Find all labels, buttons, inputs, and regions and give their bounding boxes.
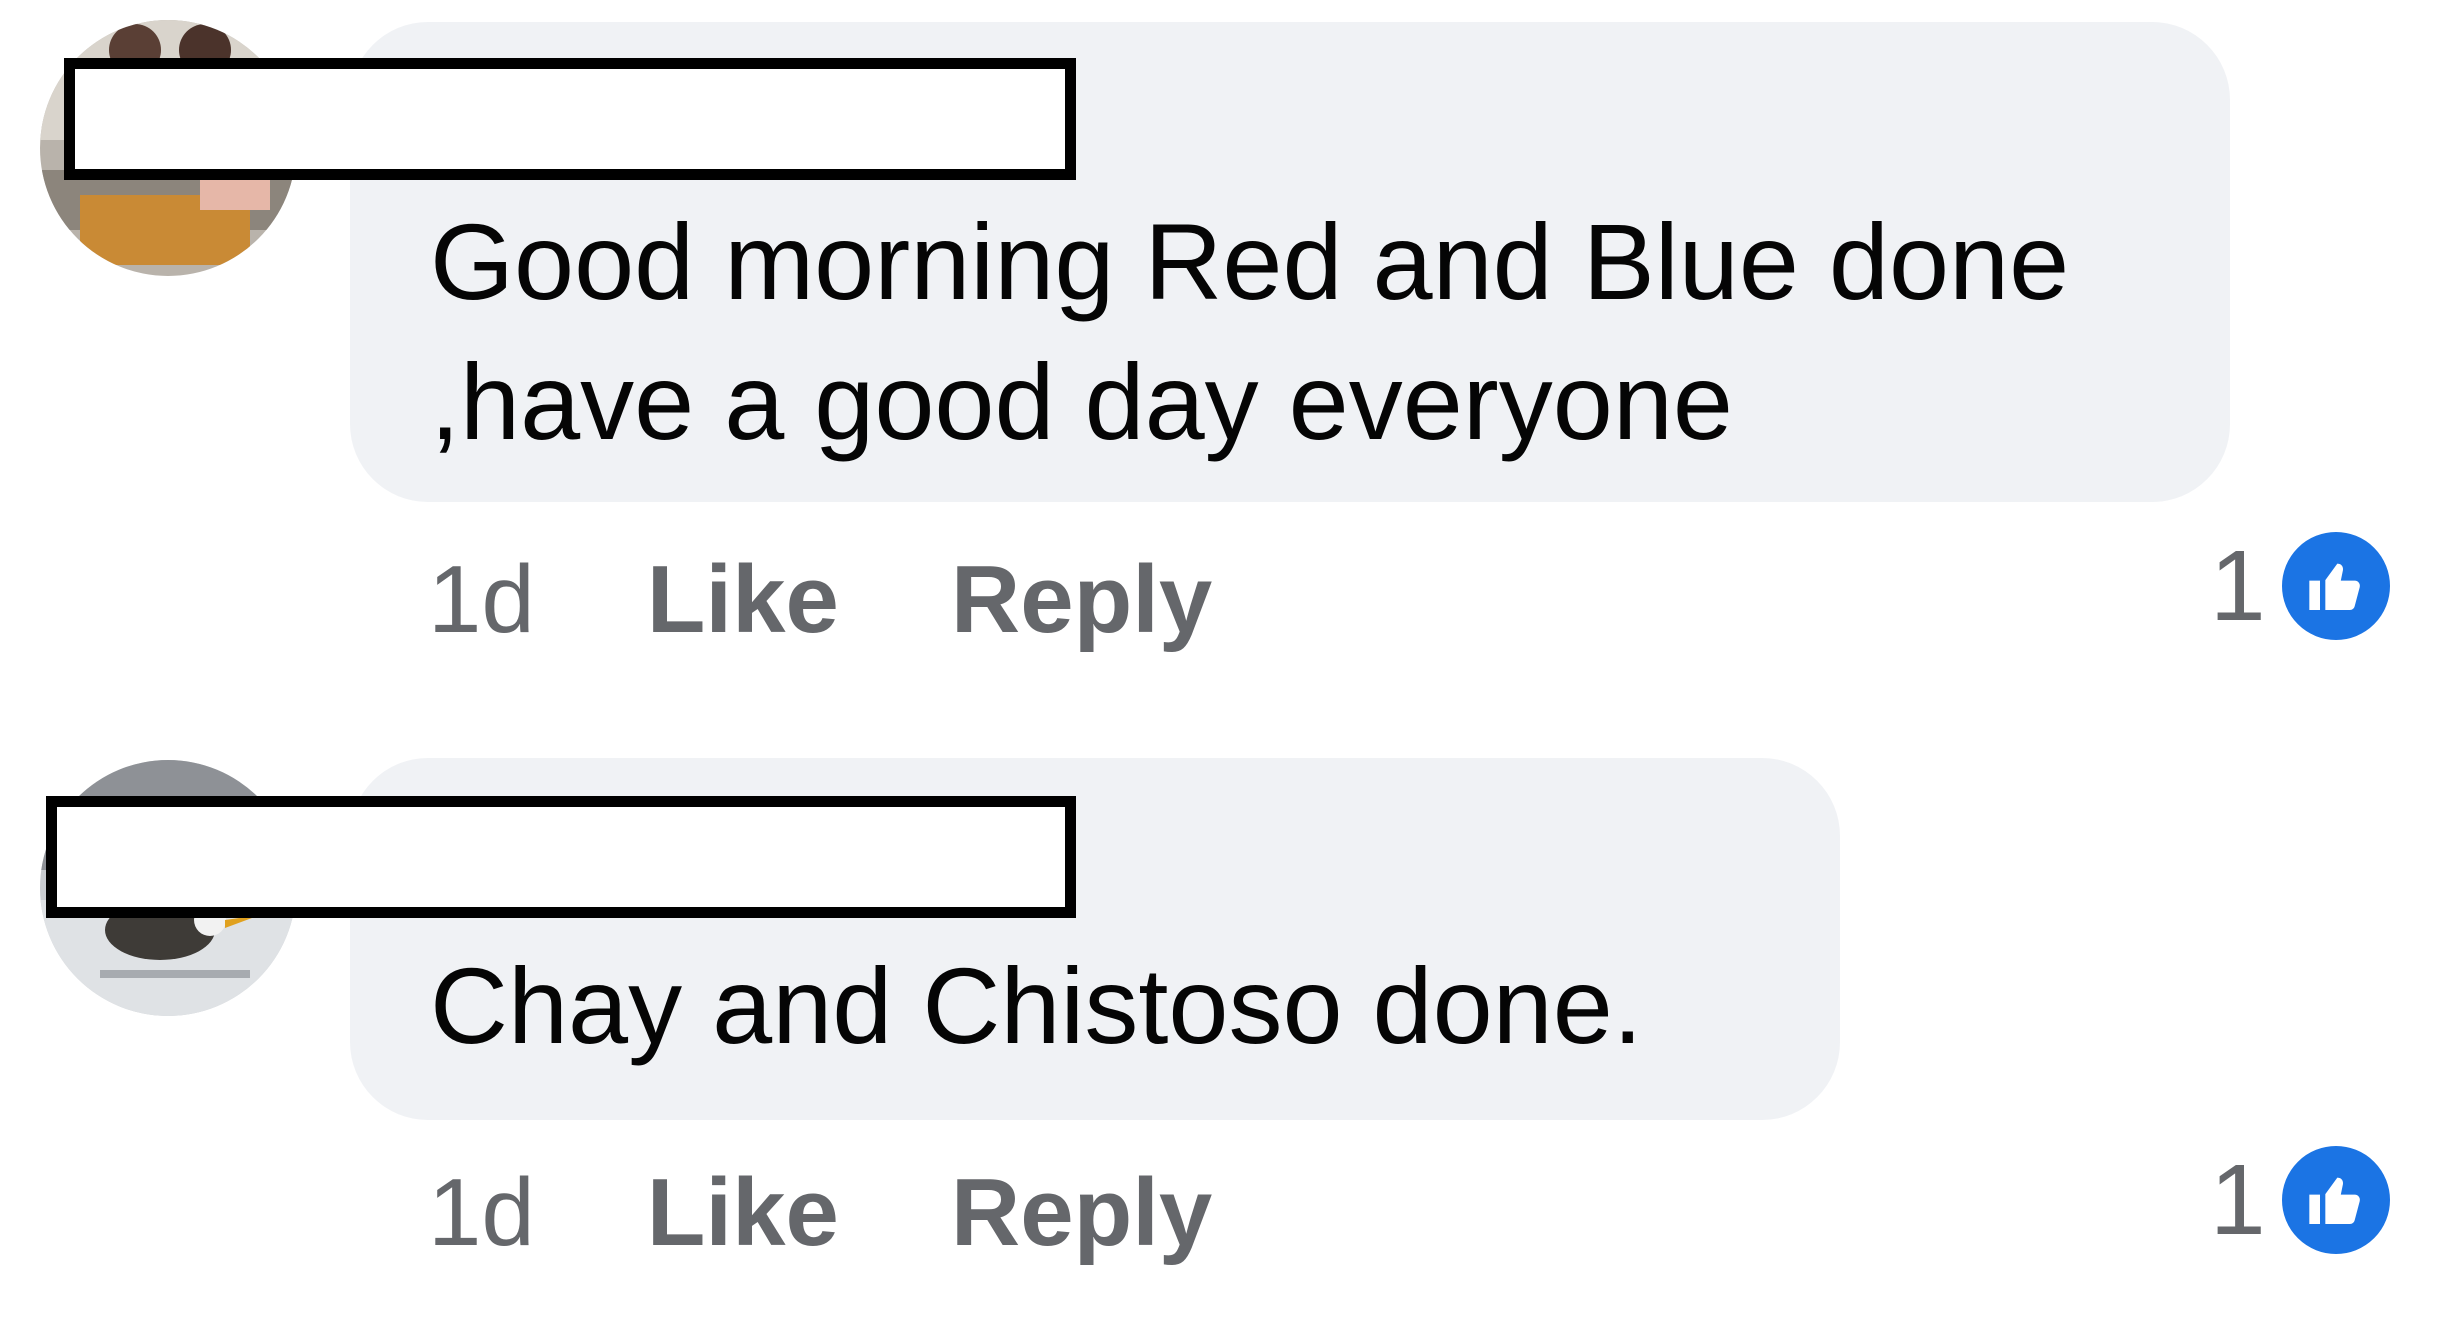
- comment-actions: 1d Like Reply: [428, 1153, 1324, 1273]
- like-button[interactable]: Like: [647, 1158, 839, 1268]
- reply-button[interactable]: Reply: [951, 1158, 1212, 1268]
- comment-text: Good morning Red and Blue done ,have a g…: [430, 201, 2070, 462]
- comment-timestamp: 1d: [428, 546, 535, 653]
- reaction-summary[interactable]: 1: [2210, 1140, 2396, 1260]
- comment-actions: 1d Like Reply: [428, 540, 1324, 660]
- comment-text: Chay and Chistoso done.: [430, 945, 1643, 1066]
- reaction-count: 1: [2210, 1143, 2266, 1256]
- reaction-count: 1: [2210, 529, 2266, 642]
- author-name-redaction: [64, 58, 1076, 180]
- thumbs-up-icon: [2275, 526, 2396, 646]
- comment-timestamp: 1d: [428, 1159, 535, 1266]
- thumbs-up-icon: [2275, 1140, 2396, 1260]
- like-button[interactable]: Like: [647, 545, 839, 655]
- author-name-redaction: [46, 796, 1076, 918]
- reaction-summary[interactable]: 1: [2210, 526, 2396, 646]
- reply-button[interactable]: Reply: [951, 545, 1212, 655]
